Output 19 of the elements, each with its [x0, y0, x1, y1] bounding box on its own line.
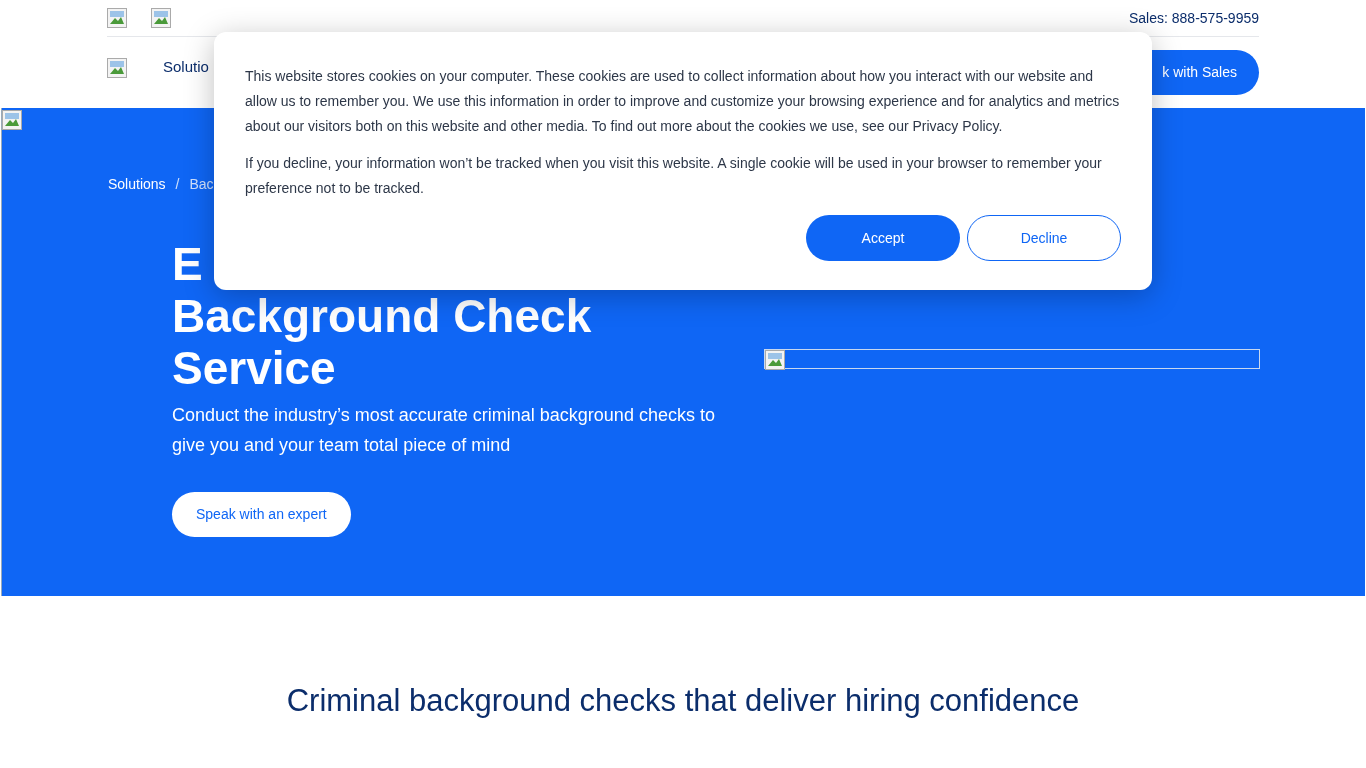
- broken-image-icon: [151, 8, 171, 28]
- broken-image-icon: [2, 110, 22, 130]
- decline-button[interactable]: Decline: [967, 215, 1121, 261]
- accept-button[interactable]: Accept: [806, 215, 960, 261]
- broken-image-icon: [107, 8, 127, 28]
- expert-button[interactable]: Speak with an expert: [172, 492, 351, 537]
- breadcrumb-link[interactable]: Bac: [189, 174, 214, 195]
- cookie-text: If you decline, your information won’t be tracked when you visit this website. A single cookie will be used in your browser to remember your preference not to be tracked.: [245, 154, 1103, 198]
- sales-phone[interactable]: Sales: 888-575-9959: [1129, 7, 1259, 29]
- broken-image-icon: [765, 350, 783, 368]
- hero-title: E: [172, 238, 203, 290]
- hero-description: Conduct the industry’s most accurate criminal background checks to give you and your team total piece of mind: [172, 404, 716, 457]
- hero-title: Service: [172, 342, 336, 394]
- section-heading: Criminal background checks that deliver hiring confidence: [285, 682, 1081, 720]
- nav-link[interactable]: Solutio: [163, 56, 209, 79]
- breadcrumb-link[interactable]: Solutions: [108, 174, 166, 195]
- hero-title: Background Check: [172, 290, 592, 342]
- logo-image-icon: [107, 57, 127, 78]
- breadcrumb-separator: /: [175, 175, 180, 194]
